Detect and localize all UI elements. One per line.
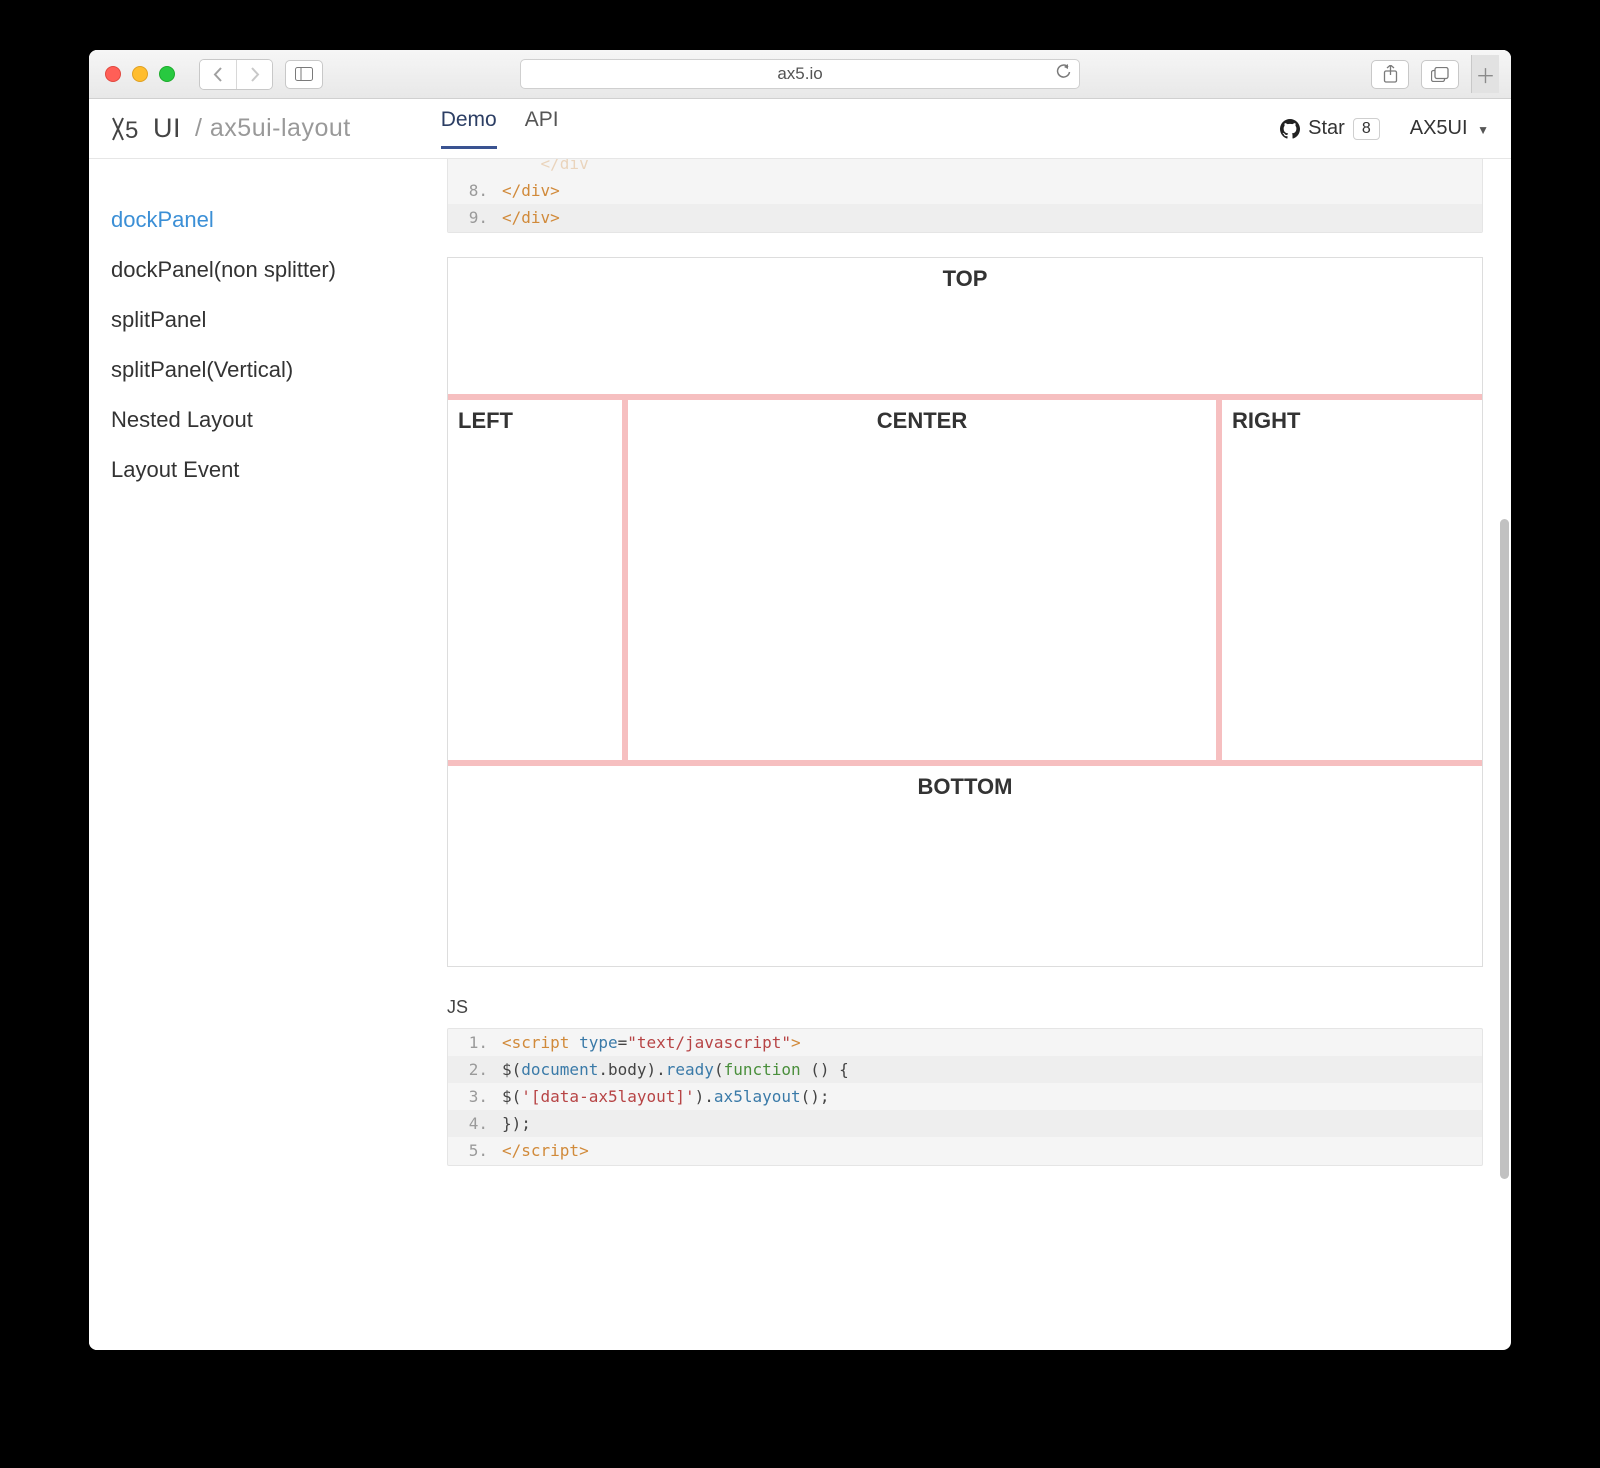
brand-menu-label: AX5UI <box>1410 117 1468 139</box>
reload-icon[interactable] <box>1056 64 1071 85</box>
share-button[interactable] <box>1371 60 1409 89</box>
header-right: Star 8 AX5UI ▼ <box>1280 117 1489 140</box>
center-label: CENTER <box>877 408 967 433</box>
nav-tab-demo[interactable]: Demo <box>441 108 497 149</box>
url-text: ax5.io <box>777 64 822 84</box>
sidebar-item[interactable]: splitPanel <box>111 295 429 345</box>
close-window-button[interactable] <box>105 66 121 82</box>
minimize-window-button[interactable] <box>132 66 148 82</box>
sidebar-toggle-button[interactable] <box>285 60 323 89</box>
js-code-block: 1.<script type="text/javascript">2. $(do… <box>447 1028 1483 1166</box>
layout-demo: TOP LEFT CENTER RIGHT BOTTOM <box>447 257 1483 967</box>
js-section-label: JS <box>447 997 1483 1018</box>
nav-back-forward <box>199 59 273 90</box>
nav-tabs: Demo API <box>441 108 559 149</box>
scrollbar-thumb[interactable] <box>1500 519 1509 1179</box>
top-label: TOP <box>943 266 988 291</box>
body-columns: dockPaneldockPanel(non splitter)splitPan… <box>89 159 1511 1350</box>
brand-logo: 5 <box>111 116 145 142</box>
middle-row: LEFT CENTER RIGHT <box>448 400 1482 766</box>
browser-window: ax5.io ＋ 5 UI / ax5ui-layout DemoA <box>89 50 1511 1350</box>
bottom-pane[interactable]: BOTTOM <box>448 766 1482 966</box>
maximize-window-button[interactable] <box>159 66 175 82</box>
sidebar-item[interactable]: Layout Event <box>111 445 429 495</box>
sidebar: dockPaneldockPanel(non splitter)splitPan… <box>89 159 429 1350</box>
star-count: 8 <box>1353 118 1380 140</box>
page-content: 5 UI / ax5ui-layout Demo API Star 8 AX5UI… <box>89 99 1511 1350</box>
chevron-down-icon: ▼ <box>1477 123 1489 137</box>
sidebar-item[interactable]: Nested Layout <box>111 395 429 445</box>
html-code-block: </div8. </div>9.</div> <box>447 159 1483 233</box>
browser-titlebar: ax5.io ＋ <box>89 50 1511 99</box>
left-label: LEFT <box>458 408 513 433</box>
sidebar-item[interactable]: dockPanel <box>111 195 429 245</box>
breadcrumb: / ax5ui-layout <box>195 114 351 143</box>
right-label: RIGHT <box>1232 408 1300 433</box>
github-star[interactable]: Star 8 <box>1280 117 1380 140</box>
star-label: Star <box>1308 117 1345 140</box>
main: </div8. </div>9.</div> TOP LEFT CENTER R… <box>429 159 1511 1350</box>
site-header: 5 UI / ax5ui-layout Demo API Star 8 AX5UI… <box>89 99 1511 159</box>
left-pane[interactable]: LEFT <box>448 400 628 760</box>
back-button[interactable] <box>200 60 236 89</box>
top-pane[interactable]: TOP <box>448 258 1482 400</box>
center-pane[interactable]: CENTER <box>628 400 1222 760</box>
nav-tab-api[interactable]: API <box>525 108 559 149</box>
address-bar[interactable]: ax5.io <box>520 59 1080 89</box>
tabs-button[interactable] <box>1421 60 1459 89</box>
traffic-lights <box>105 66 175 82</box>
bottom-label: BOTTOM <box>918 774 1013 799</box>
sidebar-item[interactable]: dockPanel(non splitter) <box>111 245 429 295</box>
brand-text: UI <box>153 113 181 144</box>
toolbar-right: ＋ <box>1371 55 1499 93</box>
new-tab-button[interactable]: ＋ <box>1471 55 1499 93</box>
forward-button[interactable] <box>236 60 272 89</box>
svg-text:5: 5 <box>125 117 139 142</box>
brand[interactable]: 5 UI / ax5ui-layout <box>111 113 351 144</box>
right-pane[interactable]: RIGHT <box>1222 400 1482 760</box>
brand-menu[interactable]: AX5UI ▼ <box>1410 117 1489 140</box>
sidebar-item[interactable]: splitPanel(Vertical) <box>111 345 429 395</box>
github-icon <box>1280 119 1300 139</box>
